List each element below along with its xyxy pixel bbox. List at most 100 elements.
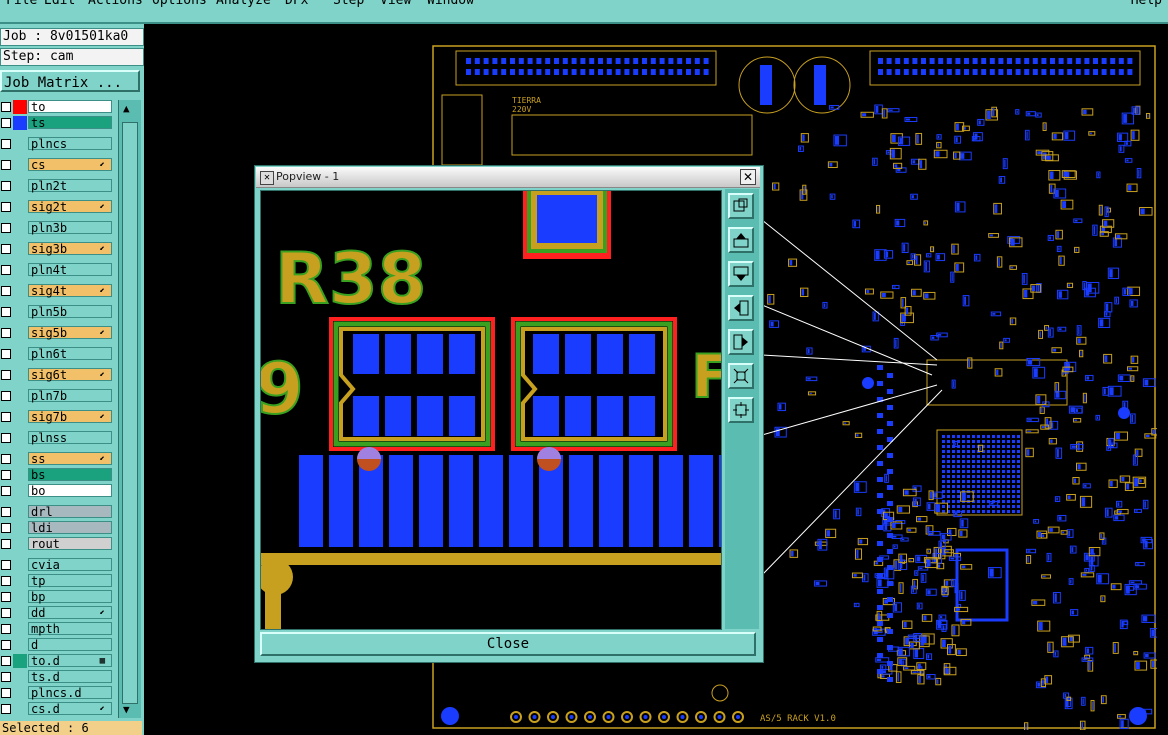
menu-step[interactable]: Step (333, 0, 364, 8)
layer-name[interactable]: ss ⬋ (28, 452, 112, 466)
layer-row-pln5b[interactable]: pln5b (0, 305, 116, 319)
layer-color-swatch[interactable] (13, 100, 27, 114)
pan-left-button[interactable] (728, 295, 754, 321)
menu-dfx[interactable]: DFx (285, 0, 308, 8)
layer-checkbox[interactable] (1, 688, 11, 698)
layer-scrollbar[interactable]: ▲ ▼ (118, 100, 141, 718)
layer-row-sig6t[interactable]: sig6t ⬋ (0, 368, 116, 382)
layer-name[interactable]: ts.d (28, 670, 112, 684)
layer-row-d[interactable]: d (0, 638, 116, 652)
layer-name[interactable]: plnss (28, 431, 112, 445)
layer-row-plncs-d[interactable]: plncs.d (0, 686, 116, 700)
layer-checkbox[interactable] (1, 118, 11, 128)
popview-titlebar[interactable]: ✕ Popview - 1 ✕ (256, 167, 760, 188)
layer-checkbox[interactable] (1, 640, 11, 650)
layer-row-plnss[interactable]: plnss (0, 431, 116, 445)
layer-checkbox[interactable] (1, 507, 11, 517)
layer-checkbox[interactable] (1, 391, 11, 401)
layer-name[interactable]: pln5b (28, 305, 112, 319)
layer-row-to[interactable]: to (0, 100, 116, 114)
layer-name[interactable]: pln4t (28, 263, 112, 277)
layer-checkbox[interactable] (1, 265, 11, 275)
layer-name[interactable]: pln2t (28, 179, 112, 193)
layer-checkbox[interactable] (1, 624, 11, 634)
layer-name[interactable]: cs.d ⬋ (28, 702, 112, 716)
layer-name[interactable]: mpth (28, 622, 112, 636)
layer-name[interactable]: bs (28, 468, 112, 482)
layer-checkbox[interactable] (1, 592, 11, 602)
layer-row-drl[interactable]: drl (0, 505, 116, 519)
layer-checkbox[interactable] (1, 286, 11, 296)
layer-name[interactable]: tp (28, 574, 112, 588)
layer-row-bo[interactable]: bo (0, 484, 116, 498)
layer-name[interactable]: rout (28, 537, 112, 551)
layer-row-pln6t[interactable]: pln6t (0, 347, 116, 361)
layer-checkbox[interactable] (1, 470, 11, 480)
menu-edit[interactable]: Edit (44, 0, 75, 8)
layer-row-tp[interactable]: tp (0, 574, 116, 588)
layer-row-pln4t[interactable]: pln4t (0, 263, 116, 277)
layer-row-rout[interactable]: rout (0, 537, 116, 551)
scroll-down-icon[interactable]: ▼ (123, 703, 130, 716)
zoom-in-button[interactable] (728, 397, 754, 423)
layer-checkbox[interactable] (1, 656, 11, 666)
layer-checkbox[interactable] (1, 181, 11, 191)
layer-checkbox[interactable] (1, 370, 11, 380)
layer-name[interactable]: to.d ▦ (28, 654, 112, 668)
job-matrix-button[interactable]: Job Matrix ... (0, 70, 140, 92)
layer-row-sig4t[interactable]: sig4t ⬋ (0, 284, 116, 298)
layer-checkbox[interactable] (1, 454, 11, 464)
layer-name[interactable]: cvia (28, 558, 112, 572)
layer-name[interactable]: sig5b ⬋ (28, 326, 112, 340)
layer-row-sig5b[interactable]: sig5b ⬋ (0, 326, 116, 340)
layer-name[interactable]: bo (28, 484, 112, 498)
layer-checkbox[interactable] (1, 202, 11, 212)
layer-name[interactable]: sig2t ⬋ (28, 200, 112, 214)
layer-color-swatch[interactable] (13, 654, 27, 668)
layer-row-ldi[interactable]: ldi (0, 521, 116, 535)
layer-row-dd[interactable]: dd ⬋ (0, 606, 116, 620)
layer-name[interactable]: plncs.d (28, 686, 112, 700)
layer-checkbox[interactable] (1, 576, 11, 586)
menu-help[interactable]: Help (1131, 0, 1162, 8)
layer-row-ss[interactable]: ss ⬋ (0, 452, 116, 466)
layer-name[interactable]: to (28, 100, 112, 114)
layer-checkbox[interactable] (1, 307, 11, 317)
layer-name[interactable]: plncs (28, 137, 112, 151)
layer-checkbox[interactable] (1, 704, 11, 714)
pan-up-button[interactable] (728, 227, 754, 253)
layer-checkbox[interactable] (1, 523, 11, 533)
layer-checkbox[interactable] (1, 349, 11, 359)
layer-name[interactable]: drl (28, 505, 112, 519)
menu-view[interactable]: View (380, 0, 411, 8)
layer-checkbox[interactable] (1, 328, 11, 338)
layer-checkbox[interactable] (1, 672, 11, 682)
layer-checkbox[interactable] (1, 102, 11, 112)
layer-row-sig2t[interactable]: sig2t ⬋ (0, 200, 116, 214)
layer-row-mpth[interactable]: mpth (0, 622, 116, 636)
layer-name[interactable]: d (28, 638, 112, 652)
pan-down-button[interactable] (728, 261, 754, 287)
menu-window[interactable]: Window (427, 0, 474, 8)
menu-file[interactable]: File (6, 0, 37, 8)
layer-checkbox[interactable] (1, 486, 11, 496)
menu-options[interactable]: Options (152, 0, 207, 8)
layer-checkbox[interactable] (1, 560, 11, 570)
layer-name[interactable]: dd ⬋ (28, 606, 112, 620)
layer-row-sig3b[interactable]: sig3b ⬋ (0, 242, 116, 256)
pan-right-button[interactable] (728, 329, 754, 355)
layer-row-bp[interactable]: bp (0, 590, 116, 604)
layer-checkbox[interactable] (1, 223, 11, 233)
zoom-out-button[interactable] (728, 363, 754, 389)
layer-name[interactable]: ts (28, 116, 112, 130)
close-icon[interactable]: ✕ (740, 169, 756, 185)
layer-row-cs[interactable]: cs ⬋ (0, 158, 116, 172)
layer-name[interactable]: bp (28, 590, 112, 604)
menu-actions[interactable]: Actions (88, 0, 143, 8)
zoom-home-button[interactable] (728, 193, 754, 219)
layer-name[interactable]: pln3b (28, 221, 112, 235)
layer-checkbox[interactable] (1, 412, 11, 422)
layer-color-swatch[interactable] (13, 116, 27, 130)
layer-name[interactable]: pln7b (28, 389, 112, 403)
scroll-up-icon[interactable]: ▲ (123, 102, 130, 115)
